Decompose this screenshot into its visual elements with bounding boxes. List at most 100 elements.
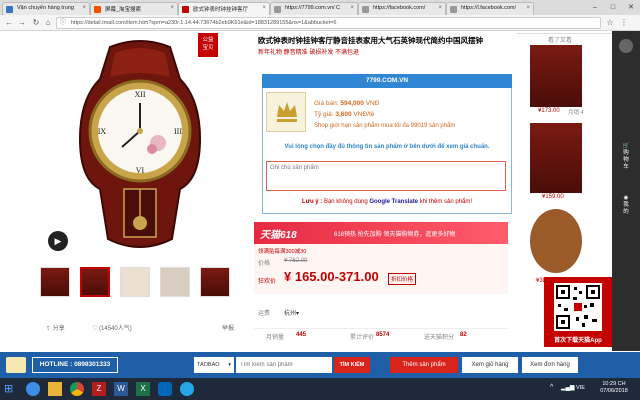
- cart-icon: 🛒: [622, 143, 630, 149]
- tray-chevron-icon[interactable]: ^: [550, 384, 553, 391]
- search-button[interactable]: TÌM KIẾM: [334, 357, 370, 373]
- logo-icon: [6, 357, 26, 373]
- view-orders-button[interactable]: Xem đơn hàng: [522, 357, 578, 373]
- svg-text:IX: IX: [98, 127, 107, 136]
- view-cart-button[interactable]: Xem giỏ hàng: [462, 357, 518, 373]
- instruction-text: Vui lòng chọn đầy đủ thông tin sản phẩm …: [284, 144, 490, 150]
- cart-tab[interactable]: 🛒 购物车: [621, 143, 631, 171]
- monthly-sales-value: 445: [296, 332, 307, 338]
- url-field[interactable]: ⓘ https://detail.tmall.com/item.htm?spm=…: [56, 17, 601, 29]
- favorite-button[interactable]: ♡ (14540人气): [92, 323, 132, 332]
- tab-title: https://l.facebook.com/: [461, 5, 517, 11]
- tab[interactable]: 欧式钟表时钟挂钟客厅 ×: [178, 2, 270, 15]
- page-icon: [274, 6, 281, 13]
- notes-field[interactable]: [266, 161, 506, 191]
- add-product-button[interactable]: Thêm sản phẩm: [390, 357, 458, 373]
- thumbnail[interactable]: [40, 267, 70, 297]
- close-icon[interactable]: ×: [82, 5, 86, 11]
- tmall-toolbar: 🛒 购物车 ◉ 我的: [612, 31, 640, 351]
- reviews-value[interactable]: 8574: [376, 332, 389, 338]
- price-row: Giá bán: 594,000 VNĐ: [314, 100, 379, 107]
- source-select[interactable]: TAOBAO ▾: [194, 357, 234, 373]
- coupon-line[interactable]: 领满贴每满300减30: [258, 247, 306, 255]
- tab[interactable]: https://l.facebook.com/ ×: [446, 2, 534, 15]
- tab-title: 屏幕_淘宝搜索: [105, 7, 142, 13]
- ie-icon[interactable]: [26, 382, 40, 396]
- thumbnail[interactable]: [80, 267, 110, 297]
- clock[interactable]: 10:29 CH 07/06/2018: [592, 381, 636, 395]
- logo: [266, 92, 306, 132]
- network-icon[interactable]: ▂▄▆: [561, 384, 574, 391]
- close-icon[interactable]: ×: [526, 5, 530, 11]
- product-title: 欧式钟表时钟挂钟客厅静音挂表家用大气石英钟现代简约中国风摆钟: [258, 36, 483, 45]
- svg-text:XII: XII: [134, 90, 145, 99]
- product-subtitle: 新年礼物 静音精准 破损补发 不满包退: [258, 50, 360, 56]
- home-icon[interactable]: ⌂: [42, 17, 54, 29]
- word-icon[interactable]: W: [114, 382, 128, 396]
- maximize-icon[interactable]: □: [604, 0, 622, 15]
- cart-tab-label: 购物车: [623, 150, 629, 170]
- product-image[interactable]: XII VI III IX: [40, 39, 240, 259]
- tab-title: https://facebook.com/: [373, 5, 426, 11]
- points-value: 82: [460, 332, 467, 338]
- tmall-icon: [182, 6, 189, 13]
- language-indicator[interactable]: VIE: [576, 385, 585, 391]
- search-input[interactable]: [236, 357, 332, 373]
- thumbnail[interactable]: [200, 267, 230, 297]
- share-button[interactable]: ⇪ 分享: [46, 323, 65, 332]
- menu-icon[interactable]: ⋮: [618, 17, 630, 29]
- qr-popup[interactable]: 首次下载天猫App: [544, 277, 612, 347]
- recommend-item-image[interactable]: [530, 123, 582, 193]
- back-icon[interactable]: ←: [3, 17, 15, 29]
- svg-text:VI: VI: [136, 166, 145, 175]
- recommend-item-image[interactable]: [530, 45, 582, 107]
- heart-icon: ♡: [92, 326, 100, 332]
- divider: [516, 33, 612, 34]
- promo-text: 618预热 抢先加购 领天猫购物券，逛更多好物: [334, 232, 456, 238]
- my-tab[interactable]: ◉ 我的: [621, 195, 631, 216]
- app-icon[interactable]: [158, 382, 172, 396]
- thumbnail[interactable]: [120, 267, 150, 297]
- qr-code-image: [556, 285, 600, 329]
- close-icon[interactable]: ×: [350, 5, 354, 11]
- avatar[interactable]: [619, 39, 633, 53]
- close-icon[interactable]: ×: [438, 5, 442, 11]
- tab[interactable]: https://facebook.com/ ×: [358, 2, 446, 15]
- star-icon[interactable]: ☆: [604, 17, 616, 29]
- close-window-icon[interactable]: ✕: [622, 0, 640, 15]
- report-link[interactable]: 举报: [222, 323, 234, 332]
- warning-prefix: Lưu ý :: [301, 199, 323, 205]
- thumbnail[interactable]: [160, 267, 190, 297]
- shipping-location[interactable]: 杭州▾: [284, 308, 299, 317]
- shipping-label: 运费: [258, 311, 271, 317]
- old-price: ¥ 762.00: [284, 258, 308, 264]
- filezilla-icon[interactable]: Z: [92, 382, 106, 396]
- tab-title: https://7799.com.vn/ C: [285, 5, 341, 11]
- recommend-item-image[interactable]: [530, 209, 582, 273]
- rate-label: Tỷ giá:: [314, 111, 334, 118]
- close-icon[interactable]: ×: [262, 5, 266, 11]
- points-label: 送天猫积分: [424, 335, 455, 341]
- excel-icon[interactable]: X: [136, 382, 150, 396]
- close-icon[interactable]: ×: [170, 5, 174, 11]
- play-video-button[interactable]: ▶: [48, 231, 68, 251]
- chrome-icon[interactable]: [70, 382, 84, 396]
- promo-banner: 天猫618 618预热 抢先加购 领天猫购物券，逛更多好物: [254, 222, 508, 244]
- recommend-header: 看了又看: [548, 38, 573, 44]
- taskbar: ⊞ Z W X ^ ▂▄▆ VIE 10:29 CH 07/06/2018: [0, 378, 640, 400]
- windows-start-icon[interactable]: ⊞: [4, 382, 18, 396]
- reload-icon[interactable]: ↻: [30, 17, 42, 29]
- tab[interactable]: Vận chuyển hàng trung ×: [2, 2, 90, 15]
- minimize-icon[interactable]: –: [586, 0, 604, 15]
- skype-icon[interactable]: [180, 382, 194, 396]
- svg-text:III: III: [174, 127, 182, 136]
- qr-caption: 首次下载天猫App: [554, 338, 602, 344]
- tab[interactable]: https://7799.com.vn/ C ×: [270, 2, 358, 15]
- tab[interactable]: 屏幕_淘宝搜索 ×: [90, 2, 178, 15]
- rate-unit: VNĐ/tệ: [353, 111, 375, 118]
- qr-code: [554, 283, 602, 331]
- clock-image: XII VI III IX: [78, 40, 202, 248]
- forward-icon[interactable]: →: [16, 17, 28, 29]
- folder-icon[interactable]: [48, 382, 62, 396]
- price-label: Giá bán:: [314, 100, 339, 107]
